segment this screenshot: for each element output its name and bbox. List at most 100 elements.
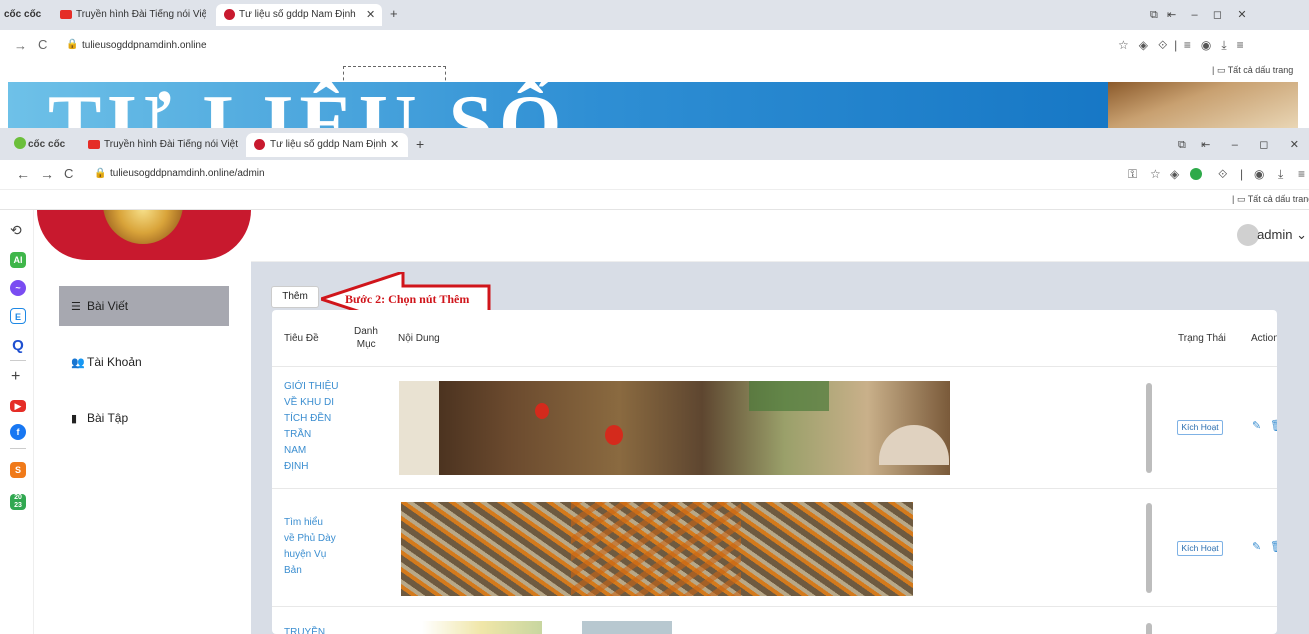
back-bookmarks-label[interactable]: | ▭ Tất cả dấu trang [1212, 65, 1293, 76]
site-logo[interactable] [37, 210, 251, 260]
new-tab-icon[interactable]: + [416, 136, 424, 152]
back-url[interactable]: tulieusogddpnamdinh.online [82, 40, 207, 51]
address-bar: ← → C 🔒 tulieusogddpnamdinh.online/admin… [0, 160, 1309, 190]
foreground-browser-window: cốc cốc Truyền hình Đài Tiếng nói Việt N… [0, 128, 1309, 634]
reload-icon[interactable]: C [38, 37, 47, 52]
messenger-icon[interactable]: ~ [10, 280, 26, 296]
content-scrollbar[interactable] [1146, 503, 1152, 593]
lock-icon: 🔒 [94, 168, 107, 179]
browser-name: cốc cốc [28, 139, 66, 150]
nav-item-tai-khoan[interactable]: 👥 Tài Khoản [59, 342, 229, 382]
users-icon: 👥 [71, 357, 85, 369]
annotation-label: Bước 2: Chọn nút Thêm [345, 292, 470, 306]
background-browser-window: cốc cốc Truyền hình Đài Tiếng nói Việt N… [0, 0, 1309, 128]
youtube-icon[interactable]: ▶ [10, 400, 26, 412]
edit-icon[interactable]: ✎ [1252, 540, 1261, 553]
shield-icon[interactable]: ◈ [1170, 167, 1179, 181]
site-favicon-icon [254, 138, 265, 150]
content-scrollbar[interactable] [1146, 623, 1152, 634]
delete-icon[interactable]: 🗑 [1270, 419, 1277, 432]
row-thumbnail-image [422, 621, 542, 634]
screenshot-root: cốc cốc Truyền hình Đài Tiếng nói Việt N… [0, 0, 1309, 634]
tab-bar: cốc cốc Truyền hình Đài Tiếng nói Việt N… [0, 128, 1309, 160]
table-row: Tìm hiểu về Phủ Dày huyện Vụ Bản Kích Ho… [272, 489, 1277, 607]
articles-table: Tiêu Đề Danh Mục Nội Dung Trạng Thái Act… [272, 310, 1277, 634]
add-icon[interactable]: + [11, 368, 20, 386]
back-address-bar: → C 🔒 tulieusogddpnamdinh.online ☆ ◈ ⟐ |… [0, 30, 1309, 62]
back-toolbar-icons[interactable]: ☆ ◈ ⟐ | ≡ ◉ ⤓ ≡ [1118, 38, 1244, 53]
top-header: admin ⌄ [251, 210, 1309, 262]
back-browser-name: cốc cốc [4, 9, 42, 20]
add-button[interactable]: Thêm [271, 286, 319, 308]
bookmarks-label[interactable]: | ▭ Tất cả dấu trang [1232, 194, 1309, 205]
user-avatar-icon[interactable] [1237, 224, 1259, 246]
bookmarks-bar: | ▭ Tất cả dấu trang [0, 190, 1309, 210]
main-content: Thêm Bước 2: Chọn nút Thêm Tiêu Đề Danh … [251, 262, 1309, 634]
facebook-icon[interactable]: f [10, 424, 26, 440]
content-scrollbar[interactable] [1146, 383, 1152, 473]
download-icon[interactable]: ⤓ [1278, 167, 1283, 181]
banner-temple-image [1108, 82, 1298, 128]
back-tab-2[interactable]: Tư liệu số gddp Nam Định [216, 4, 382, 26]
menu-icon[interactable]: ≡ [1298, 167, 1305, 181]
col-header-status: Trạng Thái [1178, 333, 1226, 344]
star-icon[interactable]: ☆ [1150, 167, 1161, 181]
window-controls[interactable]: ⧉ ⇤ – ◻ ✕ [1178, 138, 1299, 152]
url-text[interactable]: tulieusogddpnamdinh.online/admin [110, 168, 265, 179]
back-arrow-icon[interactable]: ← [16, 167, 30, 181]
extension-green-icon[interactable] [1190, 168, 1202, 180]
reload-icon[interactable]: C [64, 167, 73, 181]
forward-arrow-icon[interactable]: → [40, 167, 54, 181]
ai-icon[interactable]: AI [10, 252, 26, 268]
divider [10, 360, 26, 361]
col-header-category: Danh Mục [354, 326, 378, 350]
calendar-2023-icon[interactable]: 20 23 [10, 494, 26, 510]
row-title-link[interactable]: TRUYỀN [284, 625, 325, 634]
edit-icon[interactable]: ✎ [1252, 419, 1261, 432]
row-title-link[interactable]: Tìm hiểu về Phủ Dày huyện Vụ Bản [284, 515, 336, 579]
table-row: GIỚI THIỆU VỀ KHU DI TÍCH ĐỀN TRẦN NAM Đ… [272, 367, 1277, 489]
row-thumbnail-image [401, 502, 913, 596]
status-badge[interactable]: Kích Hoạt [1177, 420, 1223, 435]
back-bookmarks-bar: | ▭ Tất cả dấu trang [0, 62, 1309, 82]
profile-icon[interactable]: ◉ [1254, 167, 1264, 181]
col-header-title: Tiêu Đề [284, 333, 319, 344]
tab-tulieuso[interactable]: Tư liệu số gddp Nam Định [246, 133, 408, 157]
site-banner: TƯ LIỆU SỐ [8, 82, 1298, 128]
coccoc-logo-icon [14, 137, 26, 149]
new-tab-icon[interactable]: + [390, 6, 398, 21]
youtube-icon [88, 140, 100, 149]
edu-icon[interactable]: E [10, 308, 26, 324]
window-controls[interactable]: ⧉ ⇤ – ◻ ✕ [1150, 8, 1247, 22]
user-menu[interactable]: admin ⌄ [1257, 227, 1307, 243]
back-tab-1[interactable]: Truyền hình Đài Tiếng nói Việt Na [76, 4, 206, 26]
extensions-icon[interactable]: ⟐ [1218, 167, 1227, 181]
table-header: Tiêu Đề Danh Mục Nội Dung Trạng Thái Act… [272, 310, 1277, 367]
back-tab-bar: cốc cốc Truyền hình Đài Tiếng nói Việt N… [0, 0, 1309, 30]
logo-emblem-icon [103, 210, 183, 244]
q-icon[interactable]: Q [10, 338, 26, 354]
banner-text: TƯ LIỆU SỐ [48, 82, 568, 128]
side-navigation: ☰ Bài Viết 👥 Tài Khoản ▮ Bài Tập [34, 262, 251, 634]
row-thumbnail-image [399, 381, 950, 475]
delete-icon[interactable]: 🗑 [1270, 540, 1277, 553]
shop-icon[interactable]: S [10, 462, 26, 478]
divider [10, 448, 26, 449]
book-icon: ▮ [71, 413, 78, 425]
col-header-action: Action [1251, 333, 1277, 344]
nav-item-bai-tap[interactable]: ▮ Bài Tập [59, 398, 229, 438]
row-title-link[interactable]: GIỚI THIỆU VỀ KHU DI TÍCH ĐỀN TRẦN NAM Đ… [284, 379, 339, 475]
close-icon[interactable]: ✕ [366, 8, 375, 21]
admin-app: admin ⌄ ☰ Bài Viết 👥 Tài Khoản ▮ Bài Tập Th… [34, 210, 1309, 634]
history-icon[interactable]: ⟲ [10, 222, 22, 239]
lock-icon: 🔒 [66, 39, 79, 50]
tab-vov[interactable]: Truyền hình Đài Tiếng nói Việt Na [104, 133, 238, 157]
list-icon: ☰ [71, 301, 81, 313]
separator: | [1240, 167, 1244, 181]
close-tab-icon[interactable]: ✕ [390, 138, 399, 151]
browser-side-strip: ⟲ AI ~ E Q + ▶ f S 20 23 [0, 210, 34, 634]
status-badge[interactable]: Kích Hoạt [1177, 541, 1223, 556]
forward-icon[interactable]: → [14, 38, 27, 53]
key-icon[interactable]: ⚿ [1128, 167, 1137, 181]
nav-item-bai-viet[interactable]: ☰ Bài Viết [59, 286, 229, 326]
